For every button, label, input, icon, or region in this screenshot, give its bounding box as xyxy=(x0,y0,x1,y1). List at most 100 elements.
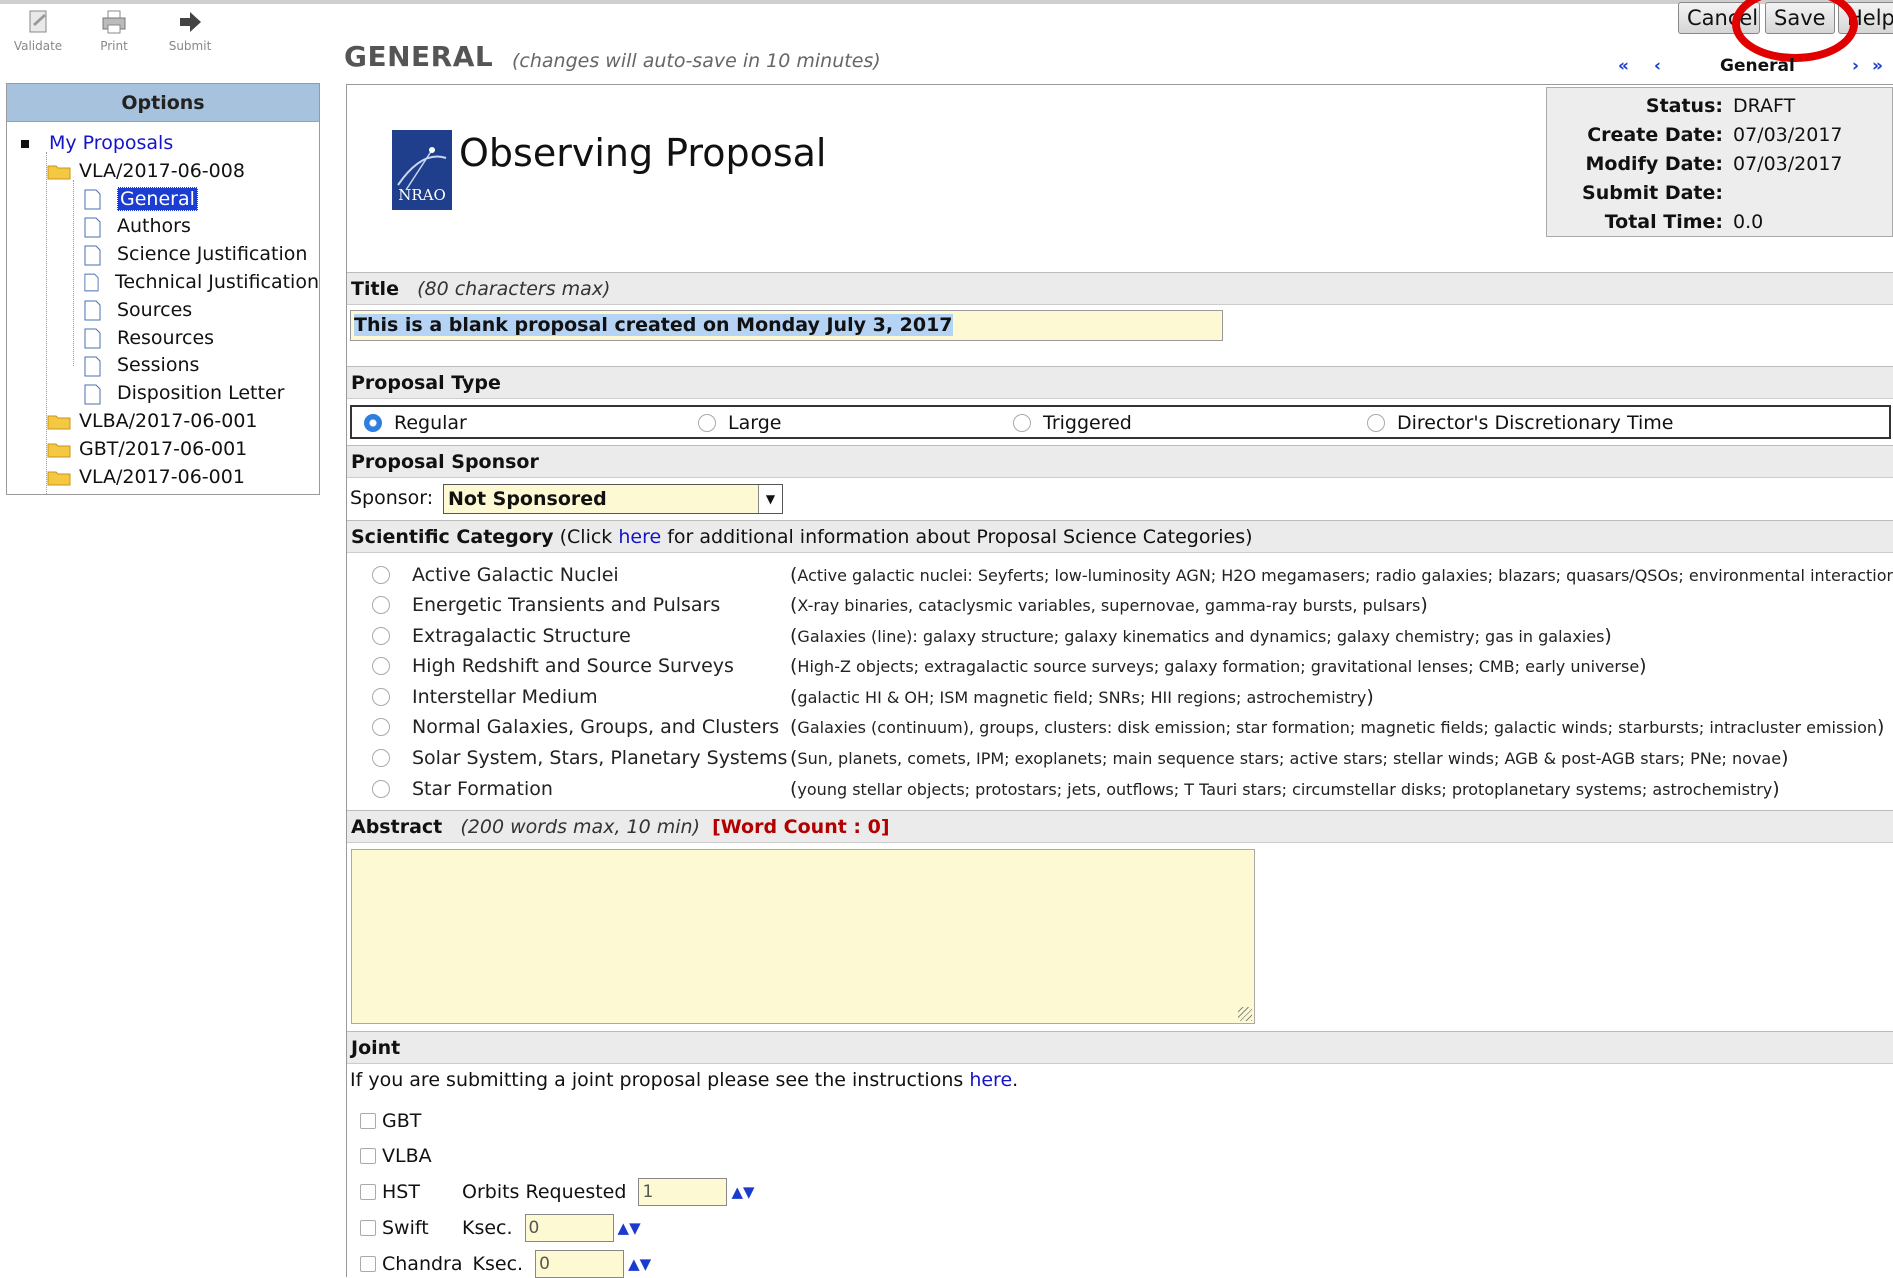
radio-icon xyxy=(698,414,716,432)
gbt-checkbox[interactable] xyxy=(360,1113,376,1129)
radio-icon xyxy=(372,566,390,584)
joint-gbt: GBT xyxy=(360,1108,421,1134)
abstract-textarea[interactable] xyxy=(351,849,1255,1024)
radio-icon xyxy=(372,657,390,675)
category-high-redshift[interactable]: High Redshift and Source Surveys (High-Z… xyxy=(372,651,1647,681)
joint-chandra: Chandra Ksec. 0 ▲▼ xyxy=(360,1250,651,1278)
print-icon xyxy=(102,10,126,34)
tree-page-sources[interactable]: Sources xyxy=(7,297,319,325)
bullet-icon xyxy=(21,139,29,148)
validate-button[interactable]: Validate xyxy=(0,8,76,68)
scientific-category-header: Scientific Category (Click here for addi… xyxy=(347,520,1893,553)
proposal-type-regular[interactable]: Regular xyxy=(364,412,467,434)
stepper-arrows-icon[interactable]: ▲▼ xyxy=(628,1255,651,1273)
tree-page-resources[interactable]: Resources xyxy=(7,325,319,353)
category-ism[interactable]: Interstellar Medium (galactic HI & OH; I… xyxy=(372,682,1374,712)
folder-icon xyxy=(47,471,71,486)
tree-page-technical-justification[interactable]: Technical Justification xyxy=(7,269,319,297)
tree-page-sessions[interactable]: Sessions xyxy=(7,352,319,380)
joint-header: Joint xyxy=(347,1031,1893,1064)
category-energetic-transients[interactable]: Energetic Transients and Pulsars (X-ray … xyxy=(372,590,1428,620)
word-count: [Word Count : 0] xyxy=(712,816,890,838)
joint-instructions-link[interactable]: here xyxy=(969,1069,1012,1091)
proposal-sponsor-header: Proposal Sponsor xyxy=(347,445,1893,478)
tree-proposal-vla[interactable]: VLA/2017-06-001 xyxy=(7,464,319,492)
tree-page-science-justification[interactable]: Science Justification xyxy=(7,241,319,269)
tree-page-authors[interactable]: Authors xyxy=(7,213,319,241)
help-button[interactable]: Help xyxy=(1838,2,1893,34)
tree-root-my-proposals[interactable]: My Proposals xyxy=(7,130,319,158)
stepper-arrows-icon[interactable]: ▲▼ xyxy=(618,1219,641,1237)
swift-ksec-input[interactable]: 0 xyxy=(524,1214,614,1242)
swift-checkbox[interactable] xyxy=(360,1220,376,1236)
radio-icon xyxy=(372,749,390,767)
print-button[interactable]: Print xyxy=(76,8,152,68)
chevron-down-icon: ▼ xyxy=(758,485,782,513)
tree-proposal-vlba[interactable]: VLBA/2017-06-001 xyxy=(7,408,319,436)
title-section-header: Title (80 characters max) xyxy=(347,272,1893,305)
status-value: DRAFT xyxy=(1733,95,1796,117)
hst-orbits-input[interactable]: 1 xyxy=(638,1178,728,1206)
prev-page-icon[interactable]: ‹ xyxy=(1654,56,1661,76)
vlba-checkbox[interactable] xyxy=(360,1148,376,1164)
submit-button[interactable]: Submit xyxy=(152,8,228,68)
document-icon xyxy=(84,245,101,266)
tree-page-general[interactable]: General xyxy=(7,186,319,214)
joint-vlba: VLBA xyxy=(360,1143,432,1169)
options-title: Options xyxy=(7,84,319,122)
document-icon xyxy=(84,384,101,405)
options-panel: Options My Proposals VLA/2017-06-008 Gen… xyxy=(6,83,320,495)
proposal-type-group: Regular Large Triggered Director's Discr… xyxy=(350,405,1891,439)
radio-icon xyxy=(372,596,390,614)
nrao-logo: NRAO xyxy=(392,130,452,210)
first-page-icon[interactable]: « xyxy=(1618,56,1629,76)
save-button[interactable]: Save xyxy=(1765,2,1835,34)
radio-icon xyxy=(372,688,390,706)
modify-date-row: Modify Date: 07/03/2017 xyxy=(1585,153,1843,175)
submit-date-row: Submit Date: xyxy=(1582,182,1723,204)
tree-proposal-active[interactable]: VLA/2017-06-008 xyxy=(7,158,319,186)
document-icon xyxy=(84,300,101,321)
proposal-type-triggered[interactable]: Triggered xyxy=(1013,412,1132,434)
radio-icon xyxy=(1367,414,1385,432)
validate-icon xyxy=(29,10,47,33)
hst-checkbox[interactable] xyxy=(360,1184,376,1200)
logo-text: NRAO xyxy=(398,186,446,204)
status-box: Status: DRAFT Create Date: 07/03/2017 Mo… xyxy=(1546,87,1893,237)
proposal-type-ddt[interactable]: Director's Discretionary Time xyxy=(1367,412,1673,434)
category-star-formation[interactable]: Star Formation (young stellar objects; p… xyxy=(372,774,1780,804)
category-agn[interactable]: Active Galactic Nuclei (Active galactic … xyxy=(372,560,1893,590)
arrow-right-icon xyxy=(180,12,201,32)
total-time-row: Total Time: 0.0 xyxy=(1604,211,1764,233)
toolbar: Validate Print Submit xyxy=(0,8,228,68)
sponsor-select[interactable]: Not Sponsored ▼ xyxy=(443,484,783,514)
resize-handle-icon[interactable] xyxy=(1238,1007,1252,1021)
next-page-icon[interactable]: › xyxy=(1852,56,1859,76)
last-page-icon[interactable]: » xyxy=(1872,56,1883,76)
radio-selected-icon xyxy=(364,414,382,432)
chandra-checkbox[interactable] xyxy=(360,1256,376,1272)
document-title: Observing Proposal xyxy=(459,131,827,175)
document-icon xyxy=(84,328,101,349)
stepper-arrows-icon[interactable]: ▲▼ xyxy=(731,1183,754,1201)
category-normal-galaxies[interactable]: Normal Galaxies, Groups, and Clusters (G… xyxy=(372,712,1884,742)
title-input[interactable]: This is a blank proposal created on Mond… xyxy=(350,310,1223,341)
chandra-ksec-input[interactable]: 0 xyxy=(535,1250,625,1278)
tree-proposal-gbt[interactable]: GBT/2017-06-001 xyxy=(7,436,319,464)
create-date-row: Create Date: 07/03/2017 xyxy=(1587,124,1843,146)
proposal-tree: My Proposals VLA/2017-06-008 General Aut… xyxy=(7,122,319,494)
joint-hst: HST Orbits Requested 1 ▲▼ xyxy=(360,1178,755,1206)
folder-icon xyxy=(47,415,71,430)
proposal-type-large[interactable]: Large xyxy=(698,412,781,434)
science-categories-link[interactable]: here xyxy=(618,526,661,548)
cancel-button[interactable]: Cancel xyxy=(1678,2,1760,34)
category-solar-system[interactable]: Solar System, Stars, Planetary Systems (… xyxy=(372,743,1788,773)
category-extragalactic-structure[interactable]: Extragalactic Structure (Galaxies (line)… xyxy=(372,621,1612,651)
radio-icon xyxy=(1013,414,1031,432)
joint-swift: Swift Ksec. 0 ▲▼ xyxy=(360,1214,641,1242)
document-icon xyxy=(84,217,101,238)
autosave-note: (changes will auto-save in 10 minutes) xyxy=(512,50,881,72)
status-row: Status: DRAFT xyxy=(1547,95,1893,124)
tree-page-disposition-letter[interactable]: Disposition Letter xyxy=(7,380,319,408)
sponsor-label: Sponsor: xyxy=(350,487,434,509)
